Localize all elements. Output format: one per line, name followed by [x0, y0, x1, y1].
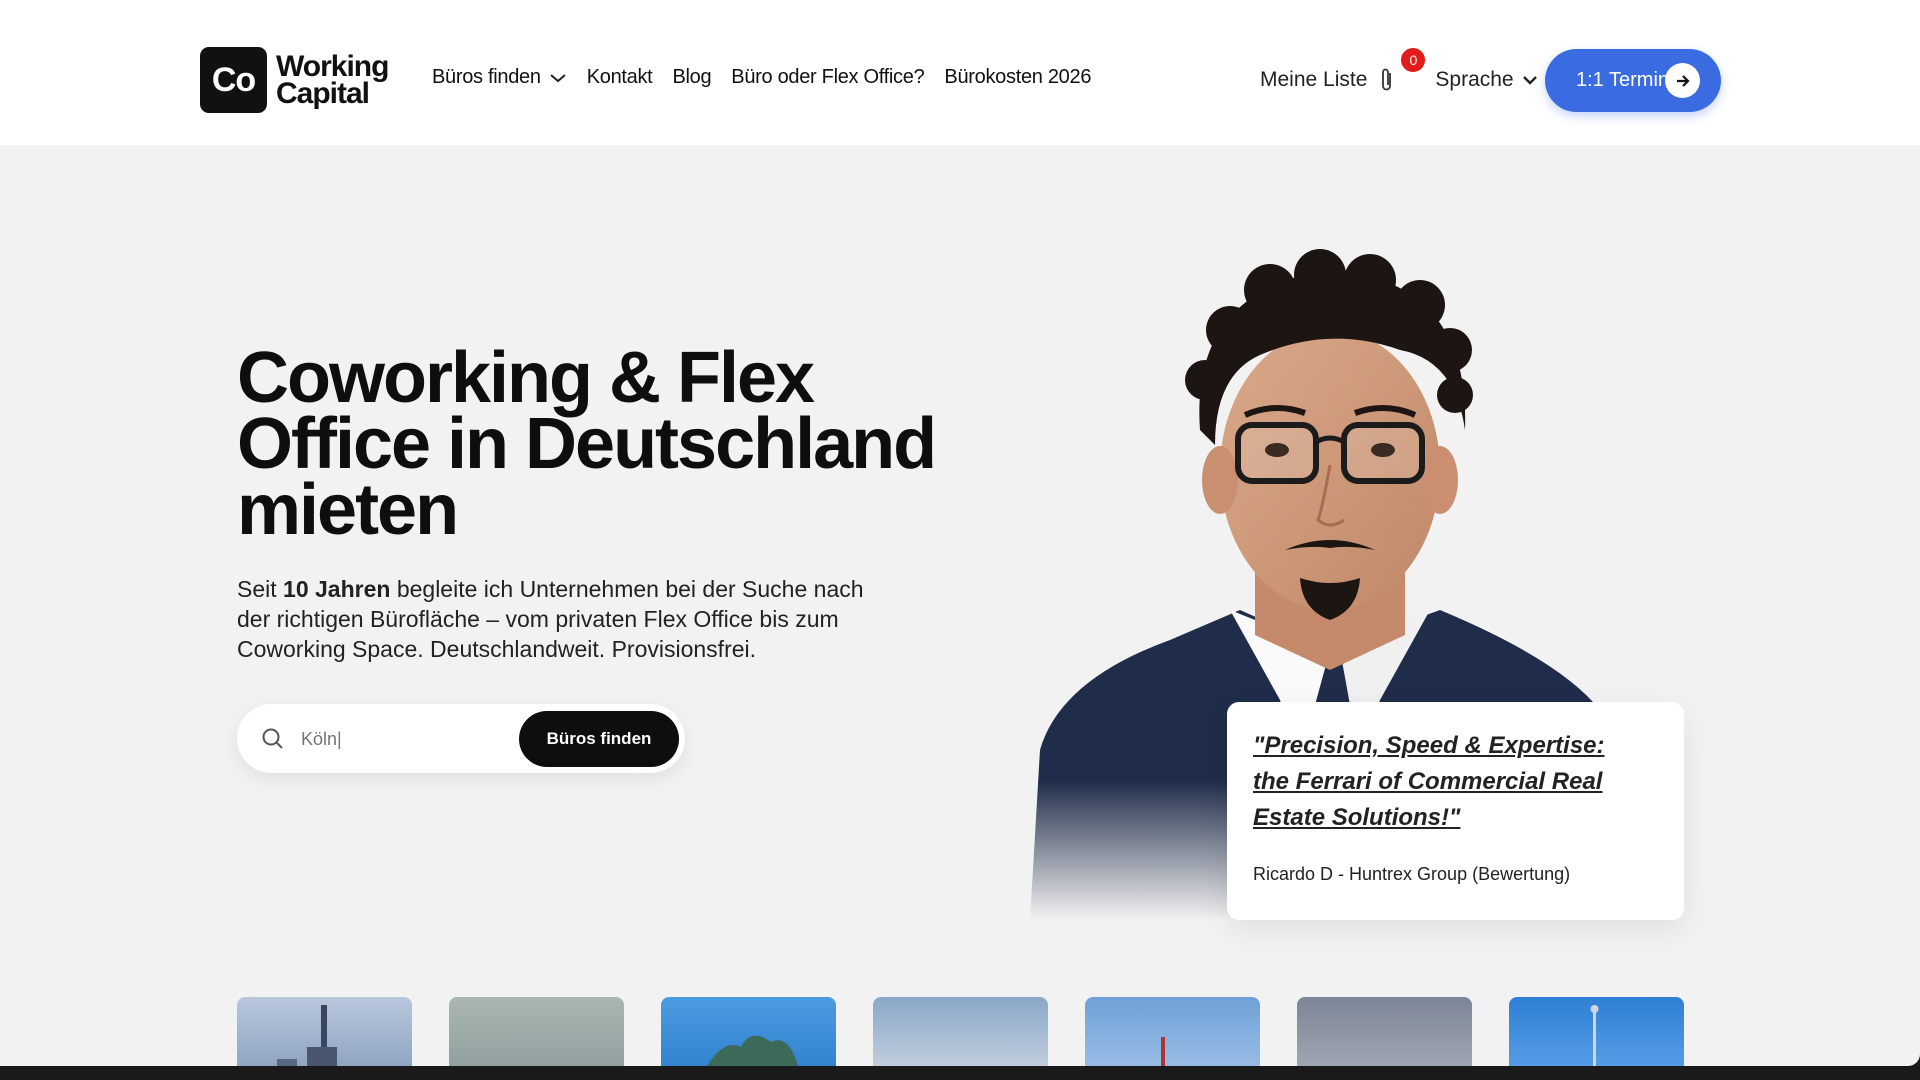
meine-liste-link[interactable]: Meine Liste 0: [1260, 46, 1428, 93]
search-submit-button[interactable]: Büros finden: [519, 711, 679, 767]
nav-blog[interactable]: Blog: [672, 66, 711, 89]
city-thumbnail[interactable]: [237, 997, 412, 1066]
nav-buro-oder-flex[interactable]: Büro oder Flex Office?: [731, 66, 924, 89]
hero-title: Coworking & Flex Office in Deutschland m…: [237, 338, 937, 550]
logo-text: Working Capital: [276, 50, 389, 110]
logo-mark: Co: [200, 47, 267, 113]
site-header: Co Working Capital Büros finden Kontakt …: [0, 0, 1920, 145]
city-thumbnail[interactable]: [1297, 997, 1472, 1066]
logo[interactable]: Co Working Capital: [200, 47, 389, 113]
list-count-badge: 0: [1399, 46, 1428, 74]
paperclip-icon: 0: [1379, 46, 1428, 93]
search-input[interactable]: [301, 719, 501, 759]
language-label: Sprache: [1435, 68, 1514, 91]
chevron-down-icon: [550, 73, 566, 82]
search-icon: [262, 728, 283, 749]
nav-burokosten[interactable]: Bürokosten 2026: [944, 66, 1091, 89]
city-thumbnail[interactable]: [873, 997, 1048, 1066]
chevron-down-icon: [1522, 76, 1537, 85]
hero-sub-prefix: Seit: [237, 576, 284, 602]
nav-kontakt[interactable]: Kontakt: [587, 66, 653, 89]
logo-line2: Capital: [276, 77, 370, 110]
nav-buros-finden[interactable]: Büros finden: [432, 66, 567, 89]
hero-sub-bold: 10 Jahren: [283, 576, 391, 602]
page: Co Working Capital Büros finden Kontakt …: [0, 0, 1920, 1066]
logo-line1: Working: [276, 50, 389, 83]
termin-label: 1:1 Termin: [1576, 69, 1670, 91]
nav-label: Büros finden: [432, 66, 541, 88]
language-selector[interactable]: Sprache: [1435, 68, 1537, 92]
testimonial-author: Ricardo D - Huntrex Group (Bewertung): [1253, 864, 1571, 884]
termin-button[interactable]: 1:1 Termin: [1545, 49, 1721, 112]
testimonial-card: "Precision, Speed & Expertise: the Ferra…: [1227, 702, 1684, 920]
arrow-right-icon: [1665, 63, 1700, 98]
search-bar: Büros finden: [237, 704, 685, 773]
main-nav: Büros finden Kontakt Blog Büro oder Flex…: [432, 66, 1111, 89]
city-thumbnail[interactable]: [449, 997, 624, 1066]
testimonial-quote[interactable]: "Precision, Speed & Expertise: the Ferra…: [1253, 728, 1633, 836]
city-thumbnails: [237, 997, 1721, 1066]
header-actions: Meine Liste 0 Sprache: [1260, 46, 1538, 110]
meine-liste-label: Meine Liste: [1260, 68, 1368, 91]
city-thumbnail[interactable]: [1509, 997, 1684, 1066]
hero-subtitle: Seit 10 Jahren begleite ich Unternehmen …: [237, 574, 877, 664]
city-thumbnail[interactable]: [1085, 997, 1260, 1066]
city-thumbnail[interactable]: [661, 997, 836, 1066]
